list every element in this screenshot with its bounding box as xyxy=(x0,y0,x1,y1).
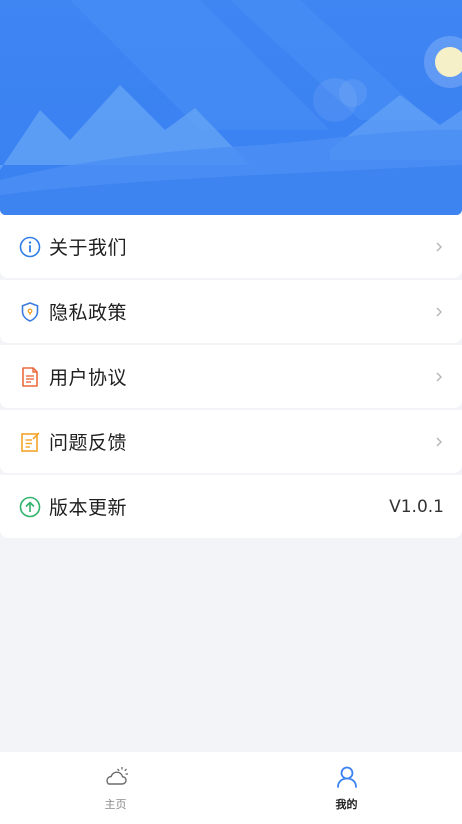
menu-item-about-us[interactable]: 关于我们 xyxy=(0,215,462,278)
feedback-icon xyxy=(19,431,41,453)
tab-mine[interactable]: 我的 xyxy=(231,752,462,824)
settings-menu: 关于我们 隐私政策 用户协议 问题反馈 版本更新 V1.0.1 xyxy=(0,215,462,540)
chevron-right-icon xyxy=(434,240,444,254)
menu-item-label: 关于我们 xyxy=(49,237,128,259)
menu-item-version-update[interactable]: 版本更新 V1.0.1 xyxy=(0,475,462,538)
banner-illustration xyxy=(0,0,462,215)
menu-item-user-agreement[interactable]: 用户协议 xyxy=(0,345,462,408)
weather-cloud-sun-icon xyxy=(103,764,129,790)
app-root: 关于我们 隐私政策 用户协议 问题反馈 版本更新 V1.0.1 主页 我的 xyxy=(0,0,462,824)
bottom-tab-bar: 主页 我的 xyxy=(0,752,462,824)
menu-item-label: 隐私政策 xyxy=(49,302,128,324)
menu-item-privacy-policy[interactable]: 隐私政策 xyxy=(0,280,462,343)
menu-item-feedback[interactable]: 问题反馈 xyxy=(0,410,462,473)
tab-home[interactable]: 主页 xyxy=(0,752,231,824)
version-value: V1.0.1 xyxy=(389,496,444,517)
chevron-right-icon xyxy=(434,370,444,384)
header-banner xyxy=(0,0,462,215)
menu-item-label: 用户协议 xyxy=(49,367,128,389)
tab-label: 我的 xyxy=(335,798,358,811)
chevron-right-icon xyxy=(434,305,444,319)
menu-item-label: 问题反馈 xyxy=(49,432,128,454)
chevron-right-icon xyxy=(434,435,444,449)
upgrade-icon xyxy=(19,496,41,518)
user-icon xyxy=(334,764,360,790)
menu-item-label: 版本更新 xyxy=(49,497,128,519)
shield-icon xyxy=(19,301,41,323)
document-icon xyxy=(19,366,41,388)
tab-label: 主页 xyxy=(104,798,127,811)
info-icon xyxy=(19,236,41,258)
